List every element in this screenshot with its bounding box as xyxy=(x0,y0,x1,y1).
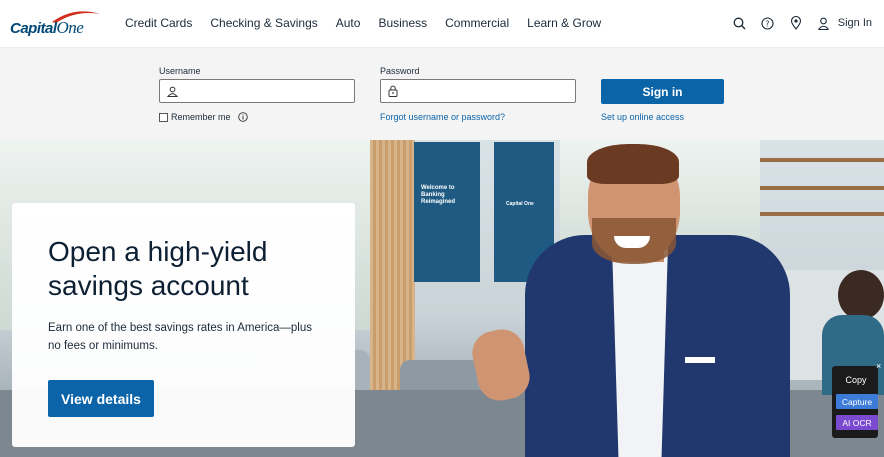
ocr-tool-overlay: Copy Capture AI OCR xyxy=(832,366,878,438)
help-icon[interactable]: ? xyxy=(758,13,778,33)
svg-text:?: ? xyxy=(765,19,769,28)
info-icon[interactable] xyxy=(237,112,248,122)
forgot-credentials-link[interactable]: Forgot username or password? xyxy=(380,112,505,122)
setup-online-access-link[interactable]: Set up online access xyxy=(601,112,684,122)
lock-icon xyxy=(388,85,398,97)
user-icon[interactable] xyxy=(814,13,834,33)
nav-learn-grow[interactable]: Learn & Grow xyxy=(527,16,601,30)
hero-title: Open a high-yield savings account xyxy=(48,236,268,301)
man-hair xyxy=(587,144,679,184)
close-icon[interactable]: × xyxy=(876,361,881,371)
location-icon[interactable] xyxy=(786,13,806,33)
background-person xyxy=(838,270,884,320)
sign-in-button[interactable]: Sign in xyxy=(601,79,724,104)
remember-me[interactable]: Remember me xyxy=(159,112,248,122)
remember-me-label: Remember me xyxy=(171,112,231,122)
username-field-wrapper[interactable] xyxy=(159,79,355,103)
password-input[interactable] xyxy=(402,85,562,97)
user-icon xyxy=(167,86,178,97)
ai-ocr-button[interactable]: AI OCR xyxy=(836,415,878,430)
username-input[interactable] xyxy=(182,85,342,97)
password-label: Password xyxy=(380,66,420,76)
nav-business[interactable]: Business xyxy=(378,16,427,30)
shelf xyxy=(760,212,884,216)
panel-text: Welcome to Banking Reimagined xyxy=(421,185,456,205)
shelf xyxy=(760,158,884,162)
password-field-wrapper[interactable] xyxy=(380,79,576,103)
nav-auto[interactable]: Auto xyxy=(336,16,361,30)
search-icon[interactable] xyxy=(730,13,750,33)
main-menu: Credit Cards Checking & Savings Auto Bus… xyxy=(125,16,619,30)
username-label: Username xyxy=(159,66,201,76)
pocket-square xyxy=(685,357,715,363)
promo-card: Open a high-yield savings account Earn o… xyxy=(12,203,355,447)
welcome-banner-panel xyxy=(414,142,480,282)
capture-button[interactable]: Capture xyxy=(836,394,878,409)
nav-credit-cards[interactable]: Credit Cards xyxy=(125,16,192,30)
top-navigation: CapitalOne Credit Cards Checking & Savin… xyxy=(0,0,884,48)
panel-logo: Capital One xyxy=(506,201,534,207)
nav-checking-savings[interactable]: Checking & Savings xyxy=(210,16,317,30)
view-details-button[interactable]: View details xyxy=(48,380,154,417)
remember-me-checkbox[interactable] xyxy=(159,112,168,122)
nav-commercial[interactable]: Commercial xyxy=(445,16,509,30)
sign-in-link[interactable]: Sign In xyxy=(838,17,872,29)
capital-one-logo[interactable]: CapitalOne xyxy=(10,10,100,40)
logo-wordmark: CapitalOne xyxy=(10,18,84,37)
copy-button[interactable]: Copy xyxy=(836,372,876,388)
utility-nav: ? Sign In xyxy=(722,13,872,33)
hero-description: Earn one of the best savings rates in Am… xyxy=(48,322,313,352)
shelf xyxy=(760,186,884,190)
